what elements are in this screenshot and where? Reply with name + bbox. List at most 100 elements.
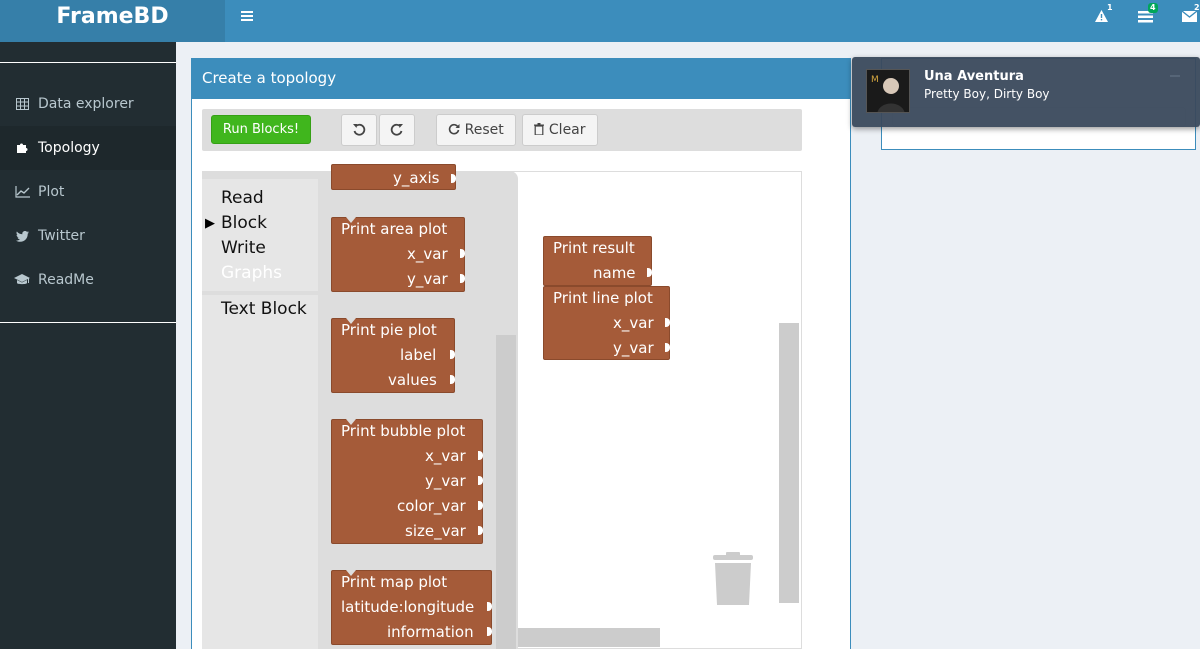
sidebar-item-label: Twitter <box>38 228 85 244</box>
input-socket[interactable] <box>460 274 465 283</box>
puzzle-icon <box>14 126 30 173</box>
clear-button[interactable]: Clear <box>522 114 598 146</box>
sidebar-divider <box>0 62 176 63</box>
tasks-menu[interactable]: 4 <box>1137 3 1159 29</box>
input-socket[interactable] <box>478 526 483 535</box>
sidebar-item-topology[interactable]: Topology <box>0 126 176 170</box>
reset-label: Reset <box>464 122 504 138</box>
alerts-count-badge: 1 <box>1107 3 1113 12</box>
music-notification[interactable]: M Una Aventura Pretty Boy, Dirty Boy <box>852 57 1200 127</box>
print-line-plot-block[interactable]: Print line plot x_var y_var <box>543 286 670 360</box>
category-text-block[interactable]: Text Block <box>221 299 307 319</box>
graduation-cap-icon <box>14 258 30 305</box>
flyout-scrollbar[interactable] <box>496 335 516 649</box>
clear-label: Clear <box>548 122 586 138</box>
panel-title: Create a topology <box>192 59 850 99</box>
block-input-label: y_var <box>613 339 654 357</box>
messages-menu[interactable]: 2 <box>1182 3 1200 29</box>
category-read[interactable]: Read <box>221 188 264 208</box>
notification-subtitle: Pretty Boy, Dirty Boy <box>924 87 1050 101</box>
print-map-plot-block[interactable]: Print map plot latitude:longitude inform… <box>331 570 492 645</box>
block-input-label: y_axis <box>393 169 440 187</box>
workspace-vertical-scrollbar[interactable] <box>779 323 799 603</box>
block-input-label: y_var <box>425 472 466 490</box>
trash-can-icon <box>713 552 753 605</box>
block-input-label: color_var <box>397 497 466 515</box>
flyout-block-partial[interactable]: y_axis <box>331 164 456 190</box>
workspace-horizontal-scrollbar[interactable] <box>518 628 660 647</box>
sidebar-item-plot[interactable]: Plot <box>0 170 176 214</box>
sidebar-divider <box>0 322 176 323</box>
block-title: Print bubble plot <box>341 422 466 440</box>
input-socket[interactable] <box>450 375 455 384</box>
print-result-block[interactable]: Print result name <box>543 236 652 286</box>
sidebar-item-label: Plot <box>38 184 65 200</box>
category-graphs[interactable]: Graphs <box>221 263 282 283</box>
category-write[interactable]: Write <box>221 238 266 258</box>
sidebar: Data explorer Topology Plot Twitter Read… <box>0 42 176 649</box>
table-icon <box>14 82 30 129</box>
input-socket[interactable] <box>478 501 483 510</box>
sidebar-item-data-explorer[interactable]: Data explorer <box>0 82 176 126</box>
block-input-label: latitude:longitude <box>341 598 475 616</box>
undo-button[interactable] <box>341 114 377 146</box>
minimize-icon[interactable] <box>1170 75 1180 77</box>
input-socket[interactable] <box>460 249 465 258</box>
input-socket[interactable] <box>665 343 670 352</box>
messages-count-badge: 2 <box>1194 3 1200 12</box>
category-group <box>202 295 318 649</box>
twitter-icon <box>14 214 30 261</box>
redo-icon <box>390 123 403 136</box>
blockly-toolbox: Read ▶ Block Write Graphs Text Block <box>202 171 318 649</box>
block-input-label: y_var <box>407 270 448 288</box>
block-title: Print map plot <box>341 573 448 591</box>
block-input-label: name <box>593 264 636 282</box>
block-input-label: x_var <box>613 314 654 332</box>
alerts-menu[interactable]: 1 <box>1093 3 1115 29</box>
album-cover-image: M <box>866 69 910 113</box>
hamburger-icon <box>241 11 253 21</box>
input-socket[interactable] <box>665 318 670 327</box>
run-blocks-button[interactable]: Run Blocks! <box>211 115 311 144</box>
undo-icon <box>353 123 366 136</box>
block-input-label: label <box>400 346 437 364</box>
category-block[interactable]: Block <box>221 213 267 233</box>
block-title: Print pie plot <box>341 321 437 339</box>
blockly-toolbar: Run Blocks! Reset Clear <box>202 109 802 151</box>
block-input-label: information <box>387 623 474 641</box>
line-chart-icon <box>14 170 30 217</box>
block-title: Print line plot <box>553 289 653 307</box>
tasks-count-badge: 4 <box>1148 3 1158 13</box>
sidebar-item-label: Topology <box>38 140 100 156</box>
svg-text:M: M <box>871 75 879 85</box>
print-area-plot-block[interactable]: Print area plot x_var y_var <box>331 217 465 292</box>
input-socket[interactable] <box>450 350 455 359</box>
refresh-icon <box>449 123 460 135</box>
sidebar-item-readme[interactable]: ReadMe <box>0 258 176 302</box>
sidebar-item-label: Data explorer <box>38 96 134 112</box>
input-socket[interactable] <box>647 268 652 277</box>
input-socket[interactable] <box>478 476 483 485</box>
input-socket[interactable] <box>487 627 492 636</box>
block-title: Print area plot <box>341 220 448 238</box>
block-input-label: x_var <box>407 245 448 263</box>
input-socket[interactable] <box>487 602 492 611</box>
block-title: Print result <box>553 239 635 257</box>
block-input-label: values <box>388 371 437 389</box>
input-socket[interactable] <box>451 174 456 183</box>
input-socket[interactable] <box>478 451 483 460</box>
app-logo[interactable]: FrameBD <box>0 0 225 42</box>
workspace-trash-can[interactable] <box>712 552 754 606</box>
print-bubble-plot-block[interactable]: Print bubble plot x_var y_var color_var … <box>331 419 483 544</box>
sidebar-item-label: ReadMe <box>38 272 94 288</box>
trash-icon <box>534 123 545 136</box>
reset-button[interactable]: Reset <box>436 114 516 146</box>
print-pie-plot-block[interactable]: Print pie plot label values <box>331 318 455 393</box>
sidebar-toggle[interactable] <box>240 9 256 27</box>
sidebar-item-twitter[interactable]: Twitter <box>0 214 176 258</box>
block-input-label: x_var <box>425 447 466 465</box>
redo-button[interactable] <box>379 114 415 146</box>
expand-arrow-icon[interactable]: ▶ <box>205 216 215 231</box>
block-input-label: size_var <box>405 522 466 540</box>
notification-title: Una Aventura <box>924 69 1024 84</box>
